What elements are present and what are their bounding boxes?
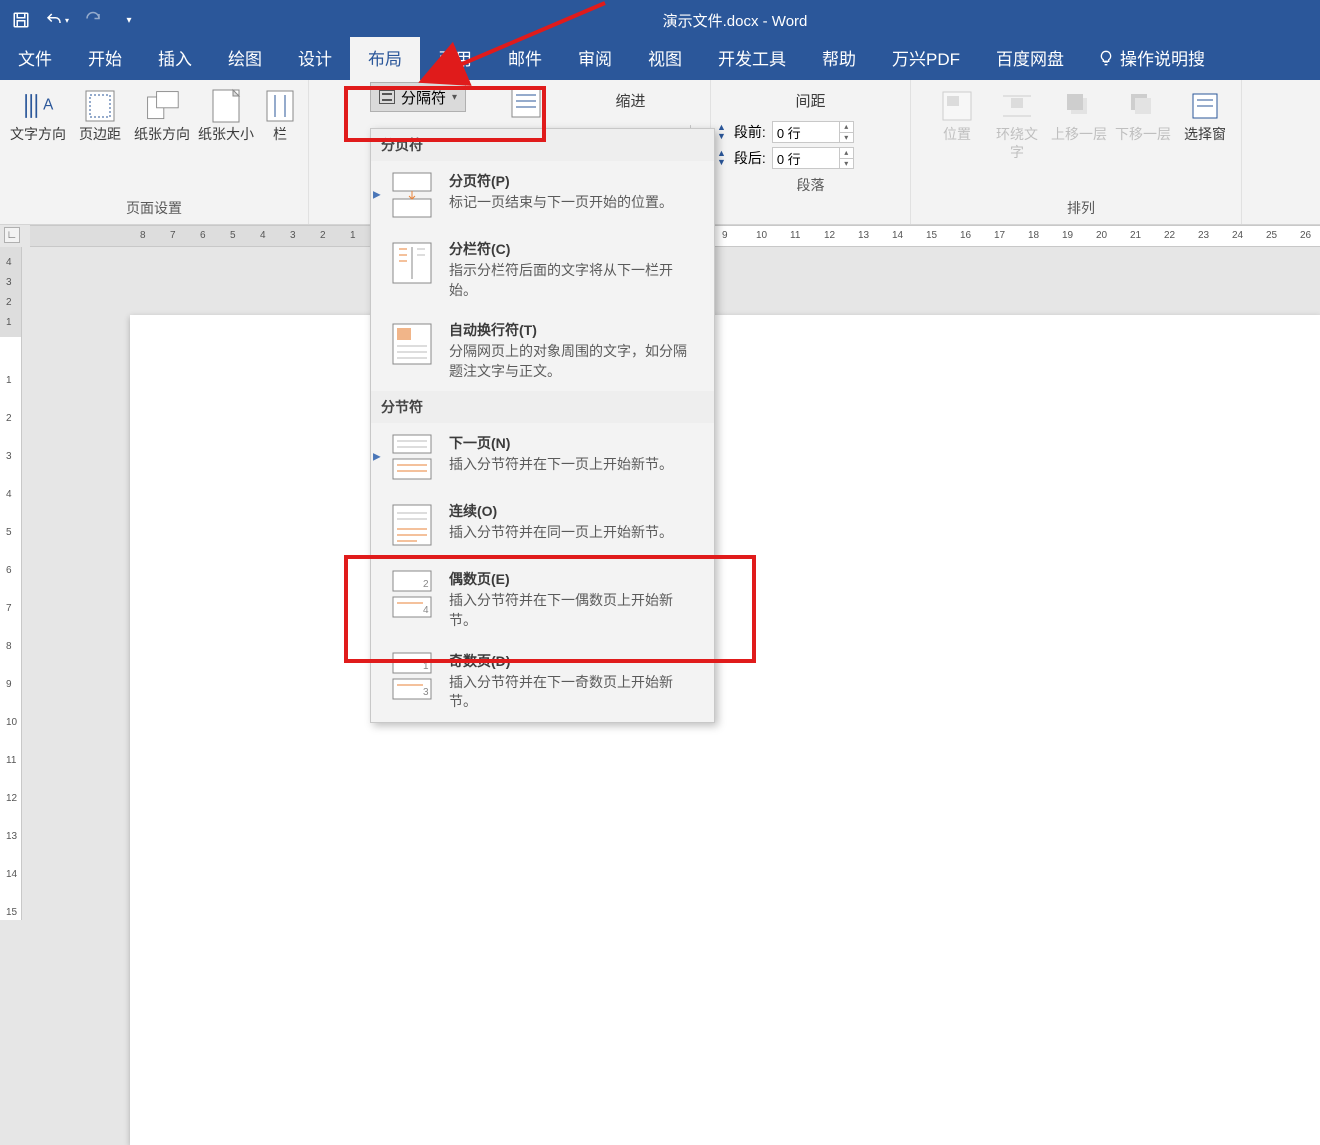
tab-draw[interactable]: 绘图 [210,37,280,80]
breaks-icon [379,90,395,104]
selection-pane-button[interactable]: 选择窗 [1175,84,1235,144]
spacing-after-field[interactable]: 0 行▴▾ [772,147,854,169]
tab-help[interactable]: 帮助 [804,37,874,80]
tab-developer[interactable]: 开发工具 [700,37,804,80]
columns-icon [262,88,298,124]
spacing-before-icon: ▲▼ [717,123,726,141]
wrap-text-button: 环绕文 字 [987,84,1047,161]
lightbulb-icon [1098,50,1114,66]
dd-header-page-breaks: 分页符 [371,129,714,161]
odd-page-icon: 13 [389,651,435,699]
selected-indicator-icon: ▶ [373,190,381,201]
redo-icon[interactable] [80,7,106,33]
dd-item-even-page[interactable]: 24 偶数页(E)插入分节符并在下一偶数页上开始新节。 [371,559,714,640]
tab-mailings[interactable]: 邮件 [490,37,560,80]
bring-forward-icon [1061,88,1097,124]
text-direction-button[interactable]: A 文字方向 [6,84,70,144]
tab-wanxing-pdf[interactable]: 万兴PDF [874,37,978,80]
dd-item-column-break[interactable]: 分栏符(C)指示分栏符后面的文字将从下一栏开始。 [371,229,714,310]
window-title: 演示文件.docx - Word [150,10,1320,31]
group-label-page-setup: 页面设置 [6,194,302,224]
tab-selector[interactable]: ∟ [4,227,20,243]
columns-button[interactable]: 栏 [258,84,302,144]
dd-item-next-page[interactable]: ▶ 下一页(N)插入分节符并在下一页上开始新节。 [371,423,714,491]
document-page[interactable] [130,315,1320,1145]
group-label-paragraph: 段落 [717,171,904,201]
svg-text:1: 1 [423,661,429,672]
tab-home[interactable]: 开始 [70,37,140,80]
undo-icon[interactable]: ▾ [44,7,70,33]
tab-insert[interactable]: 插入 [140,37,210,80]
breaks-dropdown: 分页符 ▶ 分页符(P)标记一页结束与下一页开始的位置。 分栏符(C)指示分栏符… [370,128,715,723]
tab-baidu-netdisk[interactable]: 百度网盘 [978,37,1082,80]
group-label-arrange: 排列 [927,194,1235,224]
margins-icon [82,88,118,124]
selection-pane-icon [1187,88,1223,124]
spacing-header: 间距 [717,90,904,111]
position-icon [939,88,975,124]
dd-item-odd-page[interactable]: 13 奇数页(D)插入分节符并在下一奇数页上开始新节。 [371,641,714,722]
size-icon [208,88,244,124]
position-button: 位置 [927,84,987,144]
group-arrange: 位置 环绕文 字 上移一层 下移一层 选择窗 排列 [921,80,1242,224]
ribbon-tabs: 文件 开始 插入 绘图 设计 布局 引用 邮件 审阅 视图 开发工具 帮助 万兴… [0,40,1320,80]
text-direction-icon: A [20,88,56,124]
manuscript-icon [508,84,544,120]
group-page-setup: A 文字方向 页边距 纸张方向 纸张大小 栏 页面设置 [0,80,309,224]
orientation-icon [144,88,180,124]
spacing-before-label: 段前: [734,122,766,142]
selected-indicator-icon: ▶ [373,452,381,463]
wrap-text-icon [999,88,1035,124]
send-backward-icon [1125,88,1161,124]
continuous-icon [389,501,435,549]
dd-item-text-wrapping[interactable]: 自动换行符(T)分隔网页上的对象周围的文字，如分隔题注文字与正文。 [371,310,714,391]
qat-customize-icon[interactable]: ▾ [116,7,142,33]
svg-text:3: 3 [423,687,429,698]
margins-button[interactable]: 页边距 [70,84,130,144]
breaks-split-button[interactable]: 分隔符 ▾ [370,82,466,112]
tell-me-label: 操作说明搜 [1120,45,1205,70]
chevron-down-icon: ▾ [452,92,457,103]
group-spacing: 间距 ▲▼ 段前: 0 行▴▾ ▲▼ 段后: 0 行▴▾ 段落 [711,80,911,224]
tell-me[interactable]: 操作说明搜 [1082,37,1221,80]
dd-header-section-breaks: 分节符 [371,391,714,423]
tab-review[interactable]: 审阅 [560,37,630,80]
tab-references[interactable]: 引用 [420,37,490,80]
svg-text:2: 2 [423,579,429,590]
svg-text:A: A [43,96,54,113]
spacing-before-field[interactable]: 0 行▴▾ [772,121,854,143]
svg-text:4: 4 [423,605,429,616]
even-page-icon: 24 [389,569,435,617]
size-button[interactable]: 纸张大小 [194,84,258,144]
bring-forward-button: 上移一层 [1047,84,1111,144]
orientation-button[interactable]: 纸张方向 [130,84,194,144]
dd-item-continuous[interactable]: 连续(O)插入分节符并在同一页上开始新节。 [371,491,714,559]
title-bar: ▾ ▾ 演示文件.docx - Word [0,0,1320,40]
text-wrapping-icon [389,320,435,368]
tab-file[interactable]: 文件 [0,37,70,80]
page-break-icon [389,171,435,219]
spacing-after-label: 段后: [734,148,766,168]
quick-access-toolbar: ▾ ▾ [0,7,150,33]
column-break-icon [389,239,435,287]
breaks-label: 分隔符 [401,87,446,108]
spacing-after-icon: ▲▼ [717,149,726,167]
tab-design[interactable]: 设计 [280,37,350,80]
indent-header: 缩进 [557,90,704,111]
dd-item-page-break[interactable]: ▶ 分页符(P)标记一页结束与下一页开始的位置。 [371,161,714,229]
tab-layout[interactable]: 布局 [350,37,420,80]
next-page-icon [389,433,435,481]
save-icon[interactable] [8,7,34,33]
send-backward-button: 下移一层 [1111,84,1175,144]
vertical-ruler[interactable]: 4321123456789101112131415 [0,247,22,920]
tab-view[interactable]: 视图 [630,37,700,80]
